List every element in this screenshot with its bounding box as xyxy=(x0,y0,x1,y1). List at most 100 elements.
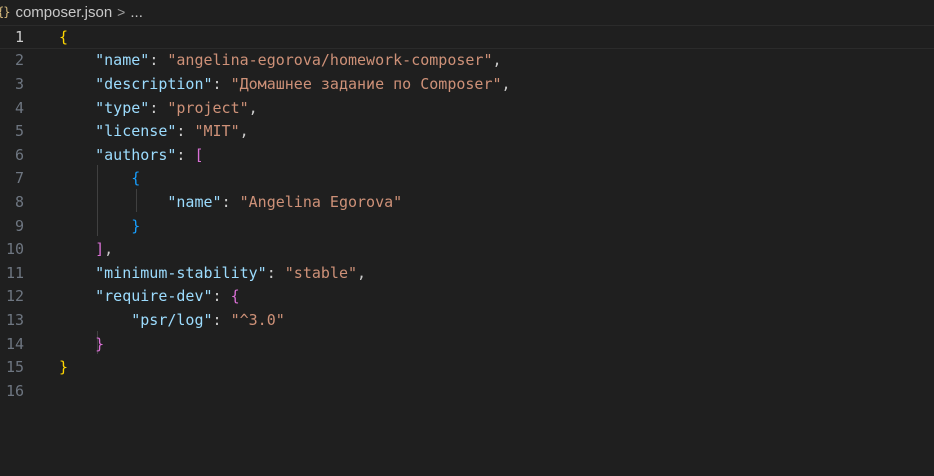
code-text: "name": "angelina-egorova/homework-compo… xyxy=(59,51,502,70)
code-line[interactable]: 15} xyxy=(0,355,934,379)
code-token: ] xyxy=(95,240,105,259)
code-line[interactable]: 14 } xyxy=(0,332,934,356)
line-number: 9 xyxy=(14,216,24,235)
code-text: } xyxy=(59,335,104,353)
line-number: 6 xyxy=(14,145,24,164)
code-text: "authors": [ xyxy=(59,145,204,164)
code-editor[interactable]: 1{2 "name": "angelina-egorova/homework-c… xyxy=(0,24,934,476)
code-token: "name" xyxy=(167,192,222,211)
code-text: "require-dev": { xyxy=(59,287,240,305)
code-token: "minimum-stability" xyxy=(95,263,267,282)
code-line[interactable]: 11 "minimum-stability": "stable", xyxy=(0,261,934,285)
code-text: { xyxy=(59,169,140,187)
code-token: , xyxy=(357,263,367,282)
code-line[interactable]: 13 "psr/log": "^3.0" xyxy=(0,308,934,332)
code-token: , xyxy=(492,51,502,70)
code-token: "require-dev" xyxy=(95,287,213,306)
code-token: "name" xyxy=(95,51,150,70)
line-number: 2 xyxy=(14,51,24,70)
code-token: : xyxy=(149,98,168,117)
code-token: : xyxy=(212,74,231,93)
line-number: 15 xyxy=(5,358,24,377)
code-token: "description" xyxy=(95,74,213,93)
line-number: 8 xyxy=(14,192,24,211)
code-text: ], xyxy=(59,240,113,258)
code-token: "Домашнее задание по Composer" xyxy=(230,74,502,93)
line-number: 12 xyxy=(5,287,24,306)
code-token: : xyxy=(149,51,168,70)
line-number: 13 xyxy=(5,310,24,329)
code-token: } xyxy=(95,334,105,353)
code-token: [ xyxy=(194,145,204,164)
code-token: "type" xyxy=(95,98,150,117)
breadcrumb-more[interactable]: ... xyxy=(130,4,143,21)
code-text: "type": "project", xyxy=(59,99,258,117)
breadcrumb-file-name[interactable]: composer.json xyxy=(15,4,112,21)
code-line[interactable]: 1{ xyxy=(0,25,934,49)
code-token: , xyxy=(501,74,511,93)
line-number: 10 xyxy=(5,240,24,259)
code-token: "authors" xyxy=(95,145,177,164)
code-line[interactable]: 7 { xyxy=(0,167,934,191)
code-line[interactable]: 12 "require-dev": { xyxy=(0,285,934,309)
code-line[interactable]: 3 "description": "Домашнее задание по Co… xyxy=(0,72,934,96)
code-text: "license": "MIT", xyxy=(59,122,249,140)
line-number: 5 xyxy=(14,122,24,141)
chevron-right-icon: > xyxy=(117,4,126,20)
code-token: } xyxy=(59,358,69,377)
code-text: "psr/log": "^3.0" xyxy=(59,311,285,329)
line-number: 14 xyxy=(5,334,24,353)
code-text: } xyxy=(59,217,140,235)
code-token: "Angelina Egorova" xyxy=(239,192,403,211)
code-token: : xyxy=(212,310,231,329)
json-file-icon: {} xyxy=(0,5,10,19)
code-token: "psr/log" xyxy=(131,310,213,329)
code-line[interactable]: 9 } xyxy=(0,214,934,238)
code-token: "project" xyxy=(167,98,249,117)
code-token: "MIT" xyxy=(194,122,240,141)
code-text: } xyxy=(59,358,68,376)
code-line[interactable]: 2 "name": "angelina-egorova/homework-com… xyxy=(0,49,934,73)
line-number: 1 xyxy=(14,27,24,46)
code-line[interactable]: 6 "authors": [ xyxy=(0,143,934,167)
code-token: "^3.0" xyxy=(230,310,285,329)
line-number: 4 xyxy=(14,98,24,117)
code-token: : xyxy=(176,122,195,141)
code-line[interactable]: 16 xyxy=(0,379,934,403)
breadcrumb: {} composer.json > ... xyxy=(0,0,934,24)
code-line[interactable]: 8 "name": "Angelina Egorova" xyxy=(0,190,934,214)
line-number: 11 xyxy=(5,263,24,282)
code-token: , xyxy=(248,98,258,117)
code-token: { xyxy=(59,27,69,46)
code-text: "minimum-stability": "stable", xyxy=(59,264,366,282)
line-number: 7 xyxy=(14,169,24,188)
code-text: { xyxy=(59,28,68,46)
code-token: : xyxy=(266,263,285,282)
line-number: 16 xyxy=(5,381,24,400)
code-line[interactable]: 4 "type": "project", xyxy=(0,96,934,120)
line-number: 3 xyxy=(14,74,24,93)
code-token: : xyxy=(212,287,231,306)
code-token: , xyxy=(239,122,249,141)
code-token: : xyxy=(176,145,195,164)
code-token: { xyxy=(230,287,240,306)
code-line[interactable]: 5 "license": "MIT", xyxy=(0,119,934,143)
code-token: , xyxy=(104,240,114,259)
code-token: "angelina-egorova/homework-composer" xyxy=(167,51,493,70)
code-token: } xyxy=(131,216,141,235)
code-token: "stable" xyxy=(284,263,358,282)
code-line[interactable]: 10 ], xyxy=(0,237,934,261)
